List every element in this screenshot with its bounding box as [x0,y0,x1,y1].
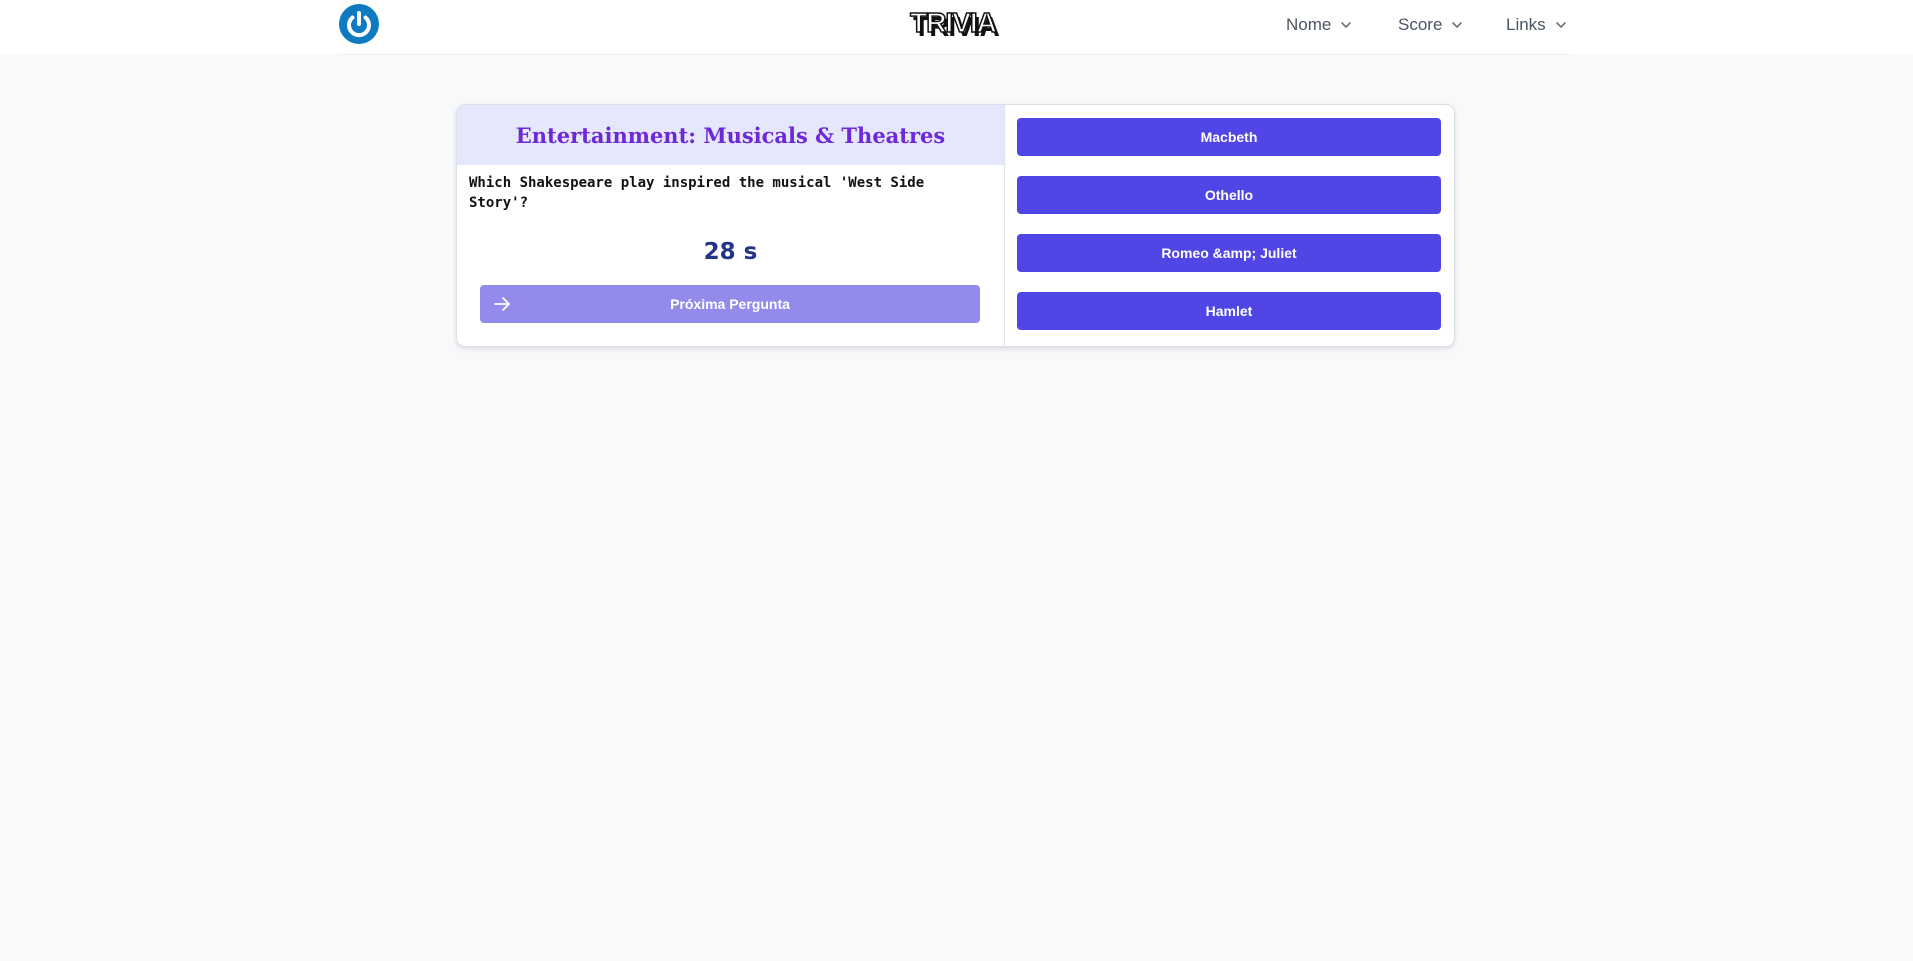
answer-button[interactable]: Romeo &amp; Juliet [1017,234,1441,272]
quiz-card: Entertainment: Musicals & Theatres Which… [456,104,1455,347]
nav-nome-label: Nome [1286,15,1332,34]
power-icon[interactable] [339,4,379,44]
category-title: Entertainment: Musicals & Theatres [515,122,946,148]
chevron-down-icon [1555,22,1566,29]
category-header: Entertainment: Musicals & Theatres [457,105,1004,165]
nav-score-label: Score [1398,15,1443,34]
answer-button[interactable]: Othello [1017,176,1441,214]
nav-links[interactable]: Links [1506,14,1568,36]
question-text: Which Shakespeare play inspired the musi… [469,175,925,211]
chevron-down-icon [1452,22,1463,29]
next-question-button[interactable]: Próxima Pergunta [480,285,980,323]
next-question-label: Próxima Pergunta [670,296,790,312]
svg-text:TRIVIA: TRIVIA [910,7,997,38]
answer-button[interactable]: Macbeth [1017,118,1441,156]
trivia-logo: TRIVIA TRIVIA [906,5,1002,45]
question-panel: Entertainment: Musicals & Theatres Which… [457,105,1005,346]
nav-score[interactable]: Score [1398,14,1464,36]
answer-button[interactable]: Hamlet [1017,292,1441,330]
arrow-right-icon [494,297,510,311]
nav-links-label: Links [1506,15,1546,34]
countdown-timer: 28 s [703,239,758,265]
nav-nome[interactable]: Nome [1286,14,1353,36]
top-navbar: TRIVIA TRIVIA Nome Score Links [339,0,1571,55]
chevron-down-icon [1341,22,1352,29]
